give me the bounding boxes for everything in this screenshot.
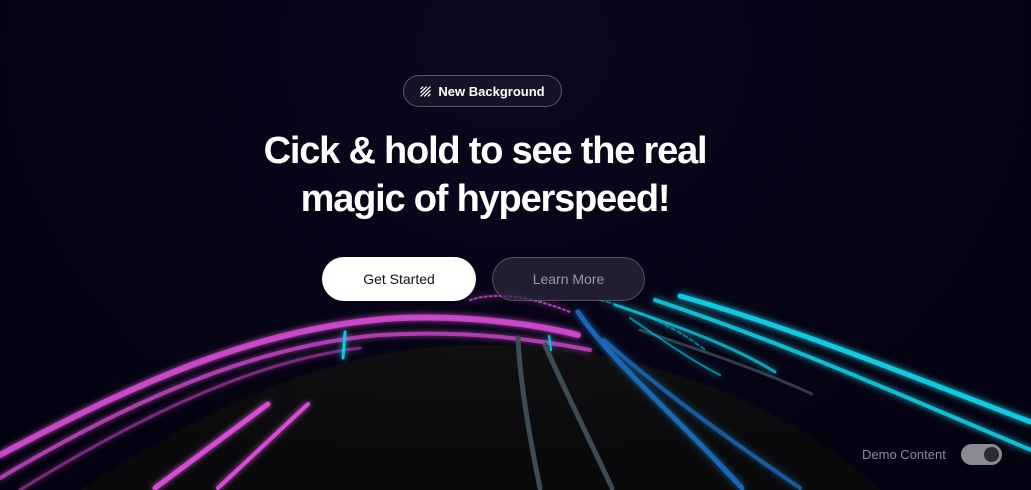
demo-content-label: Demo Content	[862, 446, 946, 462]
demo-content-toggle[interactable]	[960, 443, 1002, 465]
road-surface	[80, 344, 880, 490]
diagonal-lines-icon	[420, 85, 432, 97]
hyperspeed-background[interactable]	[0, 0, 1031, 490]
toggle-knob	[983, 446, 999, 462]
learn-more-button[interactable]: Learn More	[492, 257, 645, 301]
hero-stage[interactable]: New Background Cick & hold to see the re…	[0, 0, 1031, 490]
headline-line-2: magic of hyperspeed!	[300, 178, 671, 220]
get-started-button[interactable]: Get Started	[322, 257, 476, 301]
hero-headline: Cick & hold to see the real magic of hyp…	[215, 127, 755, 223]
headline-line-1: Cick & hold to see the real	[263, 130, 708, 172]
badge-label: New Background	[438, 83, 545, 99]
demo-content-control: Demo Content	[862, 443, 1002, 465]
new-background-badge[interactable]: New Background	[403, 75, 562, 107]
